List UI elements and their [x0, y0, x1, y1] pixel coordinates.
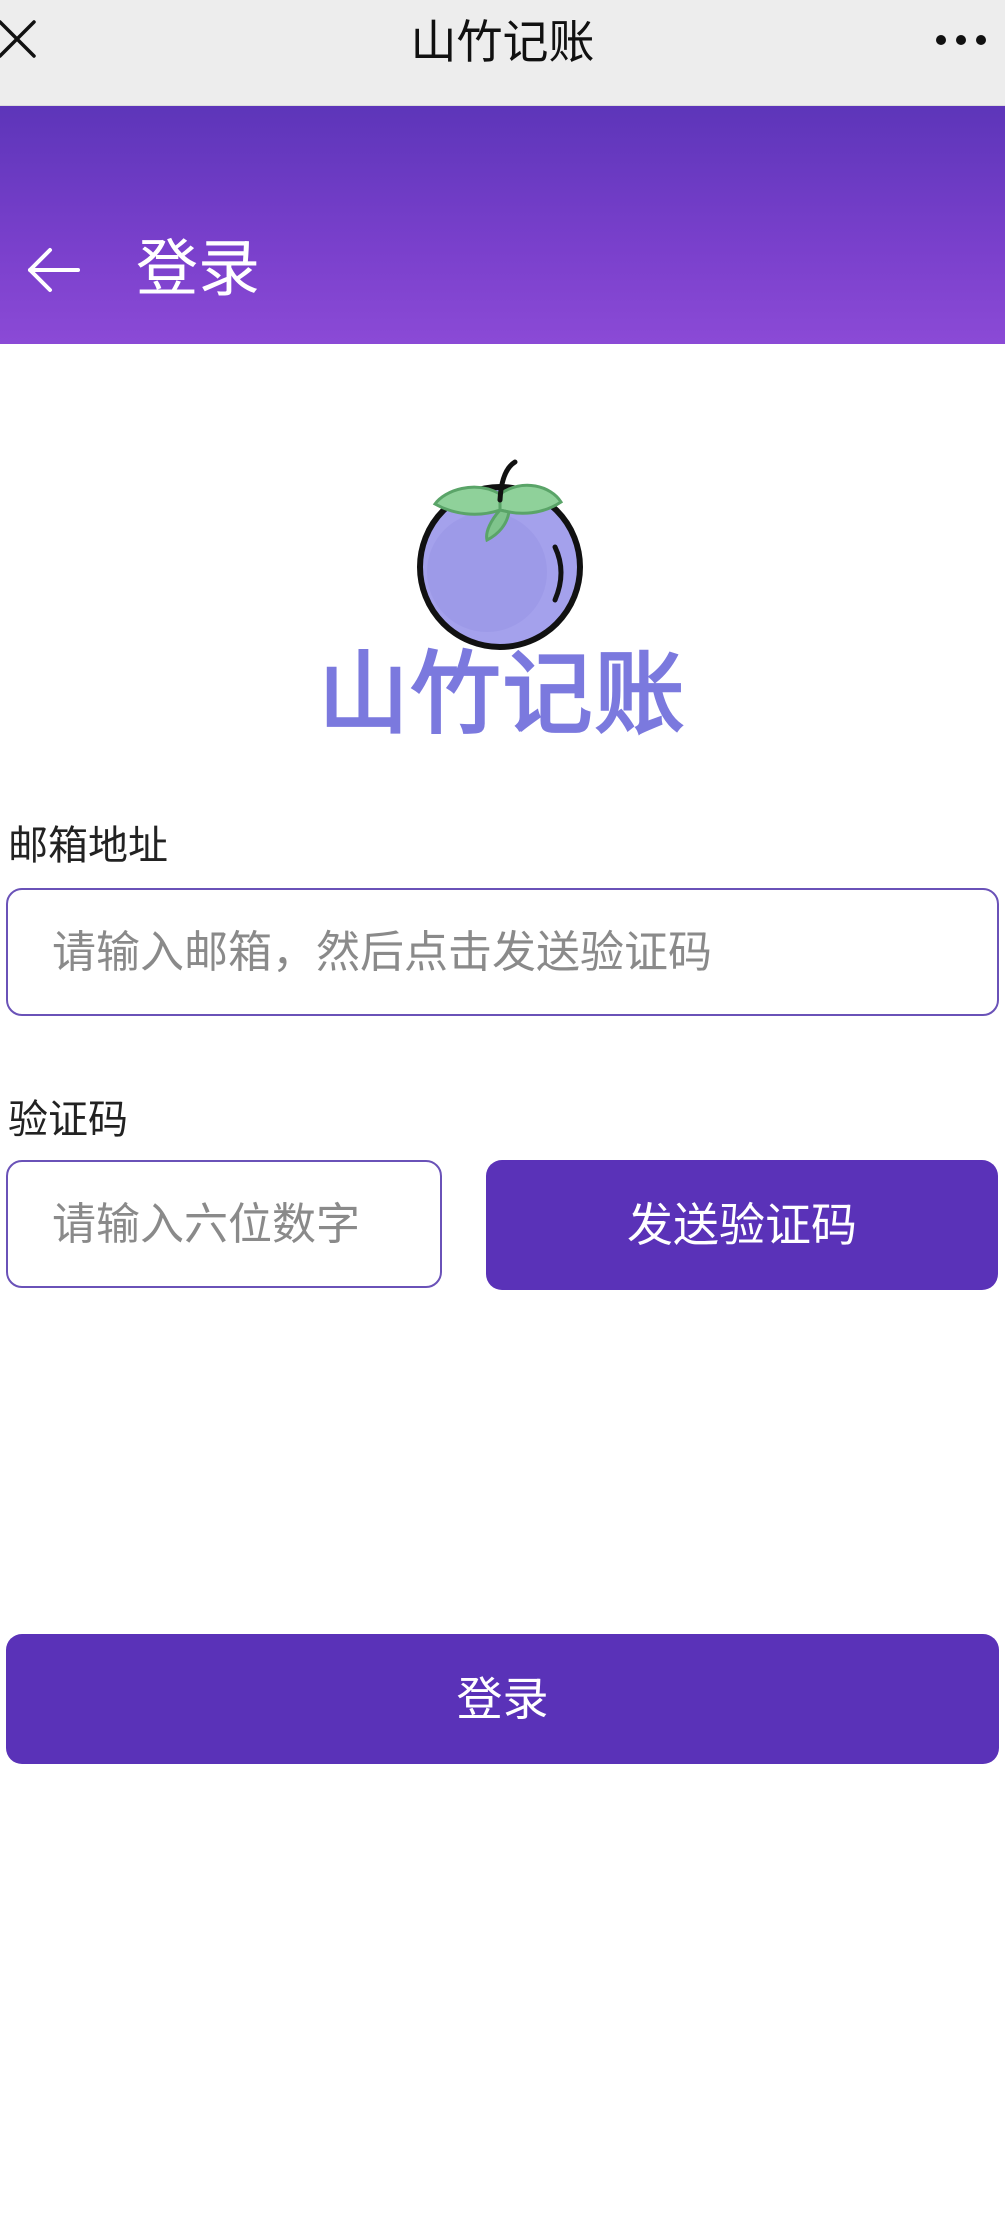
mangosteen-icon	[417, 459, 583, 650]
email-label: 邮箱地址	[8, 823, 168, 869]
email-input[interactable]	[6, 888, 999, 1016]
login-button[interactable]: 登录	[6, 1634, 999, 1764]
arrow-left-icon[interactable]	[24, 240, 84, 300]
verification-code-input[interactable]	[6, 1160, 442, 1288]
window-title: 山竹记账	[410, 15, 595, 69]
brand-name: 山竹记账	[318, 642, 687, 747]
page-title: 登录	[136, 232, 261, 305]
more-dots-icon[interactable]	[933, 28, 989, 52]
code-label: 验证码	[8, 1097, 128, 1143]
send-code-button[interactable]: 发送验证码	[486, 1160, 998, 1290]
page-header: 登录	[0, 106, 1005, 344]
top-bar: 山竹记账	[0, 0, 1005, 106]
